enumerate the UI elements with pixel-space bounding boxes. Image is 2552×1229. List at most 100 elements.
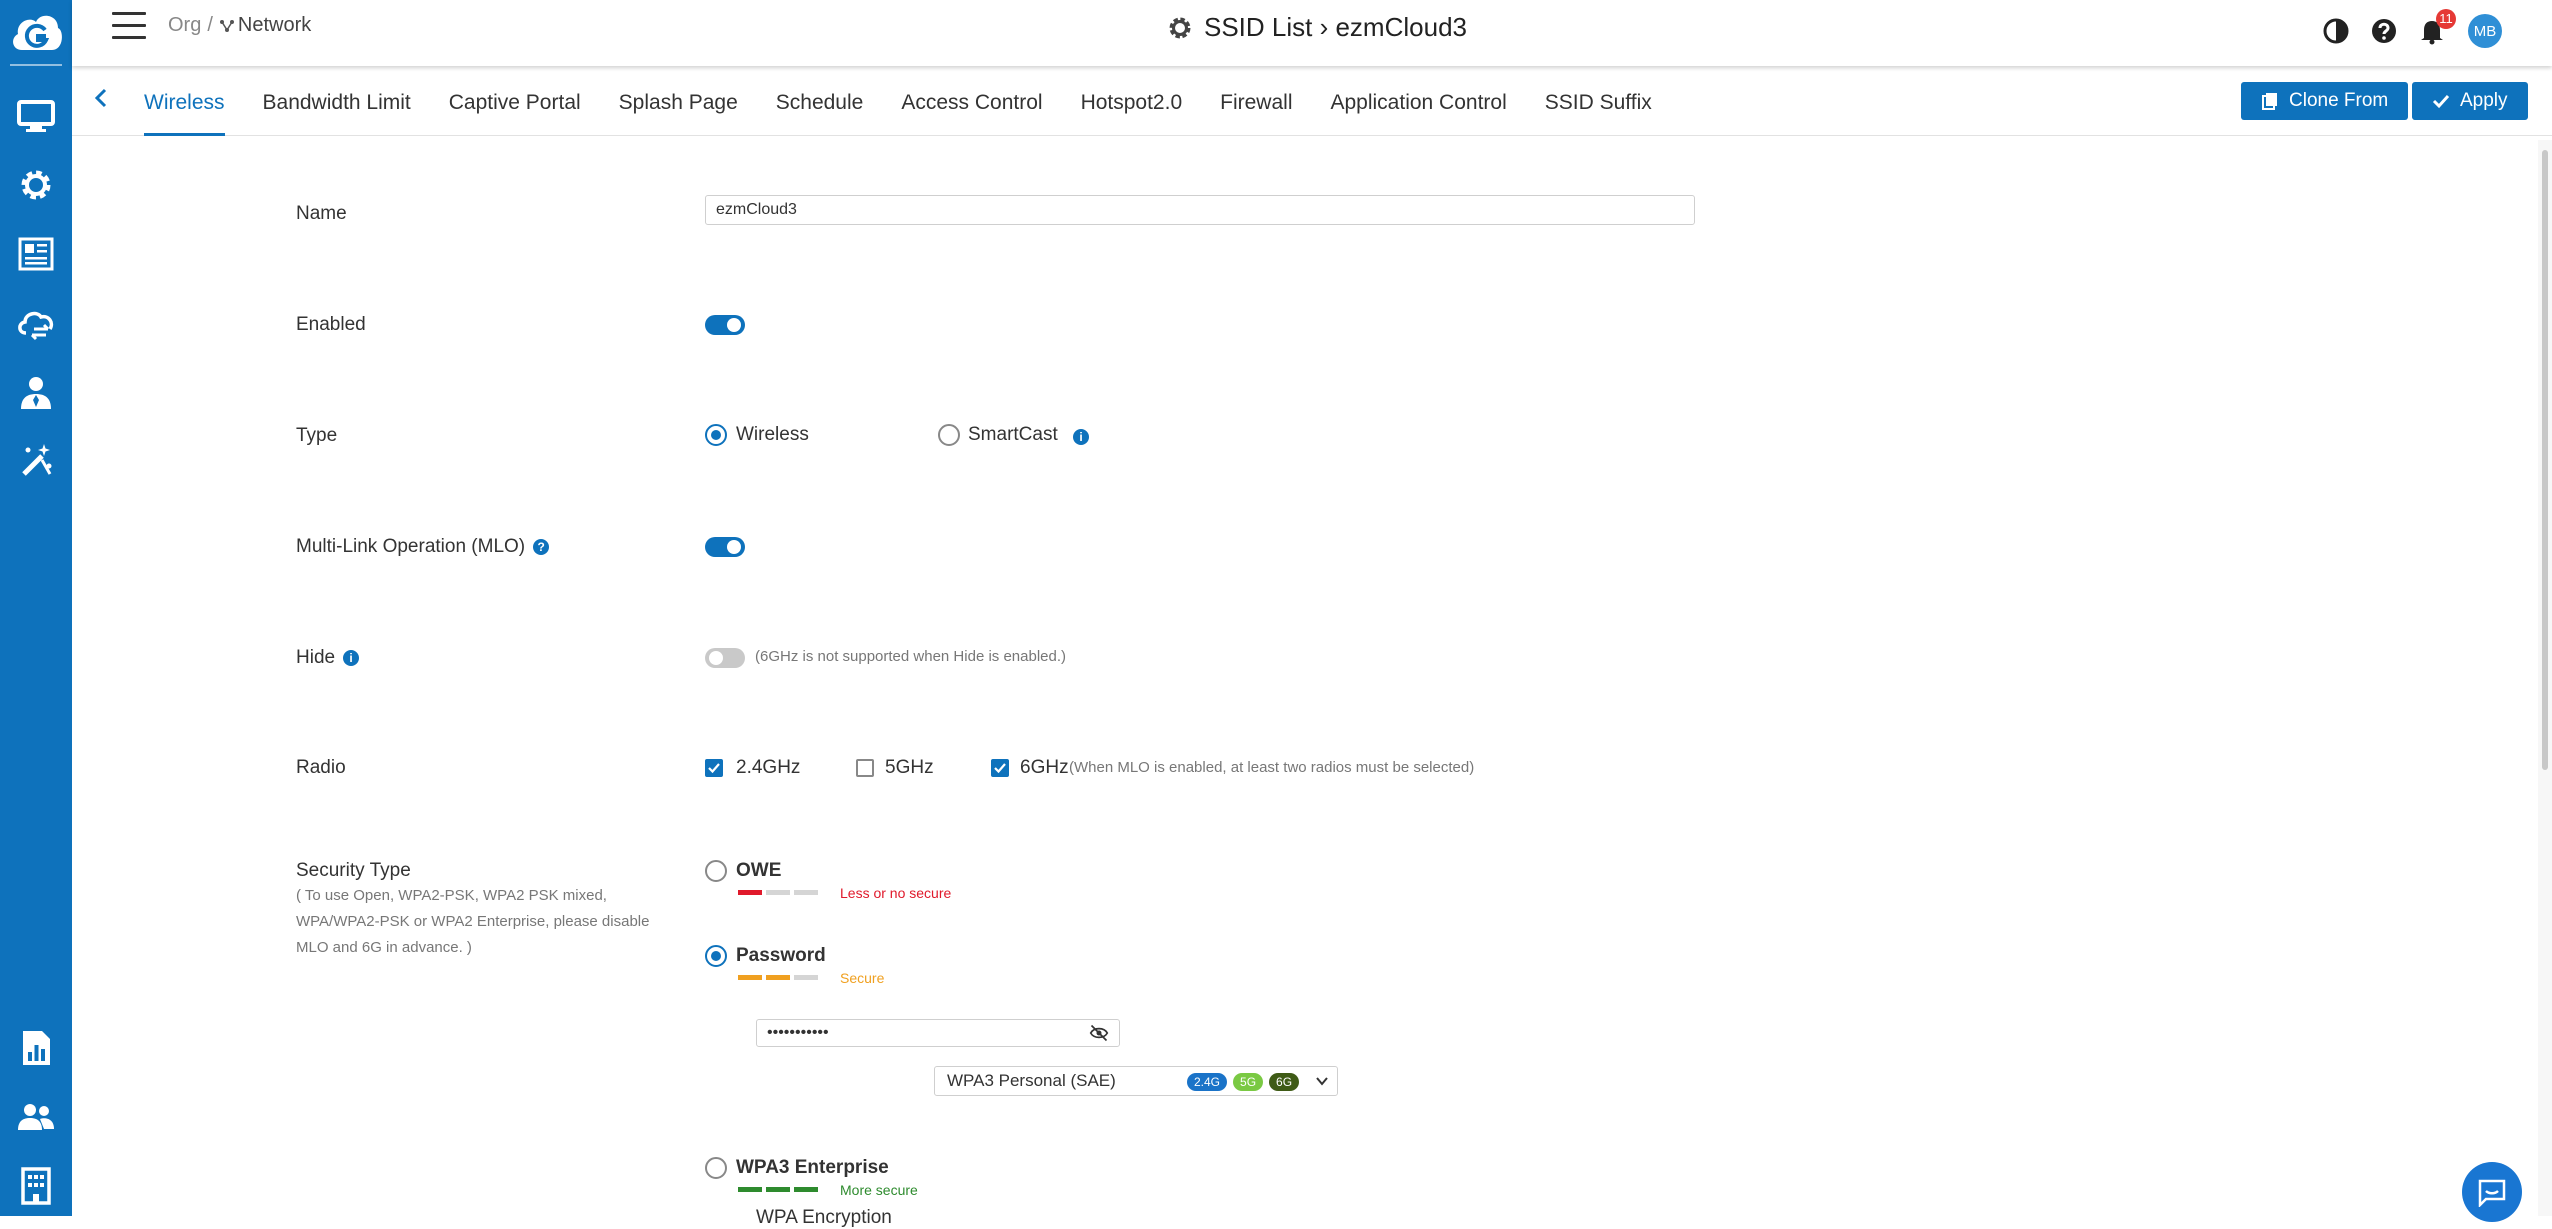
scrollbar-thumb[interactable] — [2542, 150, 2548, 770]
sidebar-item-users[interactable] — [0, 1085, 72, 1149]
security-owe-radio[interactable] — [705, 860, 727, 882]
tab-access-control[interactable]: Access Control — [882, 66, 1061, 136]
security-type-note: ( To use Open, WPA2-PSK, WPA2 PSK mixed,… — [296, 887, 650, 956]
scrollbar[interactable] — [2538, 140, 2552, 1216]
radio-24ghz-checkbox[interactable] — [705, 759, 723, 777]
mlo-help-icon[interactable]: ? — [533, 539, 550, 555]
apply-button[interactable]: Apply — [2412, 82, 2528, 120]
band-24g-badge: 2.4G — [1187, 1073, 1228, 1091]
radio-5ghz-label: 5GHz — [885, 757, 934, 778]
enabled-label: Enabled — [296, 314, 366, 335]
wpa-encryption-value: WPA3 Personal (SAE) — [947, 1071, 1116, 1090]
wireless-form: Name Enabled Type Wireless SmartCast i M… — [72, 137, 2532, 1228]
name-input[interactable] — [705, 195, 1695, 225]
notifications-icon[interactable]: 11 — [2418, 9, 2456, 45]
hide-label-text: Hide — [296, 647, 336, 668]
tabs: Wireless Bandwidth Limit Captive Portal … — [144, 66, 1671, 136]
tab-ssid-suffix[interactable]: SSID Suffix — [1526, 66, 1671, 136]
radio-hint: (When MLO is enabled, at least two radio… — [1069, 759, 1475, 776]
top-bar: Org / Network SSID List › ezmCloud3 11 M… — [72, 0, 2552, 66]
brand-logo[interactable] — [8, 6, 64, 62]
band-5g-badge: 5G — [1233, 1073, 1264, 1091]
security-password-radio[interactable] — [705, 945, 727, 967]
building-icon — [21, 1167, 51, 1205]
breadcrumb: Org / Network — [168, 14, 311, 37]
tab-bandwidth-limit[interactable]: Bandwidth Limit — [244, 66, 430, 136]
name-label: Name — [296, 203, 347, 224]
sidebar-item-monitor[interactable] — [0, 84, 72, 148]
hide-info-icon[interactable]: i — [343, 650, 360, 666]
sidebar-divider — [10, 64, 62, 66]
security-wpa3-enterprise-label: WPA3 Enterprise — [736, 1157, 889, 1178]
tab-hotspot20[interactable]: Hotspot2.0 — [1062, 66, 1202, 136]
security-password-label: Password — [736, 945, 826, 966]
clone-from-label: Clone From — [2289, 90, 2389, 111]
password-field[interactable]: ••••••••••• — [756, 1019, 1120, 1047]
chevron-down-icon — [1316, 1077, 1328, 1086]
topbar-actions: 11 MB — [2302, 9, 2502, 48]
type-label: Type — [296, 425, 338, 446]
radio-5ghz-checkbox[interactable] — [856, 759, 874, 777]
cloud-sync-icon — [18, 311, 54, 341]
smartcast-info-icon[interactable]: i — [1073, 429, 1089, 445]
tab-application-control[interactable]: Application Control — [1311, 66, 1525, 136]
cloud-logo-icon — [13, 15, 62, 50]
password-value: ••••••••••• — [767, 1024, 829, 1041]
breadcrumb-separator: / — [207, 14, 213, 36]
password-strength-text: Secure — [840, 970, 885, 986]
users-icon — [18, 1104, 54, 1130]
sidebar-item-admin[interactable] — [0, 360, 72, 424]
notification-badge: 11 — [2436, 9, 2456, 29]
type-wireless-label: Wireless — [736, 424, 809, 445]
apply-label: Apply — [2460, 90, 2508, 111]
wpa-encryption-select[interactable]: WPA3 Personal (SAE) 2.4G 5G 6G — [934, 1066, 1338, 1096]
security-type-label: Security Type — [296, 860, 411, 881]
wpa3-enterprise-strength-meter — [738, 1187, 822, 1192]
copy-icon — [2262, 93, 2277, 110]
security-wpa3-enterprise-radio[interactable] — [705, 1157, 727, 1179]
avatar[interactable]: MB — [2468, 14, 2502, 48]
tab-wireless[interactable]: Wireless — [144, 66, 244, 136]
wpa-encryption-label: WPA Encryption — [756, 1207, 892, 1228]
theme-toggle-icon[interactable] — [2322, 17, 2350, 45]
gear-icon — [21, 170, 51, 200]
sidebar-item-reports[interactable] — [0, 222, 72, 286]
breadcrumb-network[interactable]: Network — [219, 14, 311, 37]
user-admin-icon — [21, 377, 51, 409]
security-owe-label: OWE — [736, 860, 782, 881]
enabled-toggle[interactable] — [705, 315, 745, 335]
eye-slash-icon[interactable] — [1089, 1023, 1109, 1043]
sidebar-item-organization[interactable] — [0, 1154, 72, 1218]
owe-strength-text: Less or no secure — [840, 885, 952, 901]
password-strength-meter — [738, 975, 822, 980]
type-smartcast-radio[interactable] — [938, 424, 960, 446]
page-title-text: SSID List › ezmCloud3 — [1204, 12, 1467, 42]
menu-icon[interactable] — [112, 12, 146, 42]
newspaper-icon — [18, 237, 54, 271]
clone-from-button[interactable]: Clone From — [2241, 82, 2409, 120]
tab-splash-page[interactable]: Splash Page — [600, 66, 757, 136]
breadcrumb-org[interactable]: Org — [168, 14, 201, 37]
monitor-icon — [17, 100, 55, 132]
tab-captive-portal[interactable]: Captive Portal — [430, 66, 600, 136]
breadcrumb-network-label: Network — [237, 14, 312, 36]
sidebar-item-settings[interactable] — [0, 153, 72, 217]
tab-firewall[interactable]: Firewall — [1201, 66, 1311, 136]
tab-schedule[interactable]: Schedule — [757, 66, 883, 136]
gear-icon — [1169, 17, 1191, 38]
sidebar-item-tools[interactable] — [0, 428, 72, 492]
sidebar-item-analytics[interactable] — [0, 1016, 72, 1080]
hide-toggle[interactable] — [705, 648, 745, 668]
chat-button[interactable] — [2462, 1162, 2522, 1222]
tab-bar: Wireless Bandwidth Limit Captive Portal … — [72, 66, 2552, 136]
mlo-toggle[interactable] — [705, 537, 745, 557]
sidebar-item-cloud[interactable] — [0, 291, 72, 355]
type-wireless-radio[interactable] — [705, 424, 727, 446]
chevron-left-icon[interactable] — [90, 86, 114, 110]
wpa3-enterprise-strength-text: More secure — [840, 1182, 918, 1198]
mlo-label-text: Multi-Link Operation (MLO) — [296, 536, 526, 557]
radio-6ghz-checkbox[interactable] — [991, 759, 1009, 777]
band-6g-badge: 6G — [1269, 1073, 1300, 1091]
hide-hint: (6GHz is not supported when Hide is enab… — [755, 648, 1067, 665]
help-icon[interactable] — [2370, 17, 2398, 45]
